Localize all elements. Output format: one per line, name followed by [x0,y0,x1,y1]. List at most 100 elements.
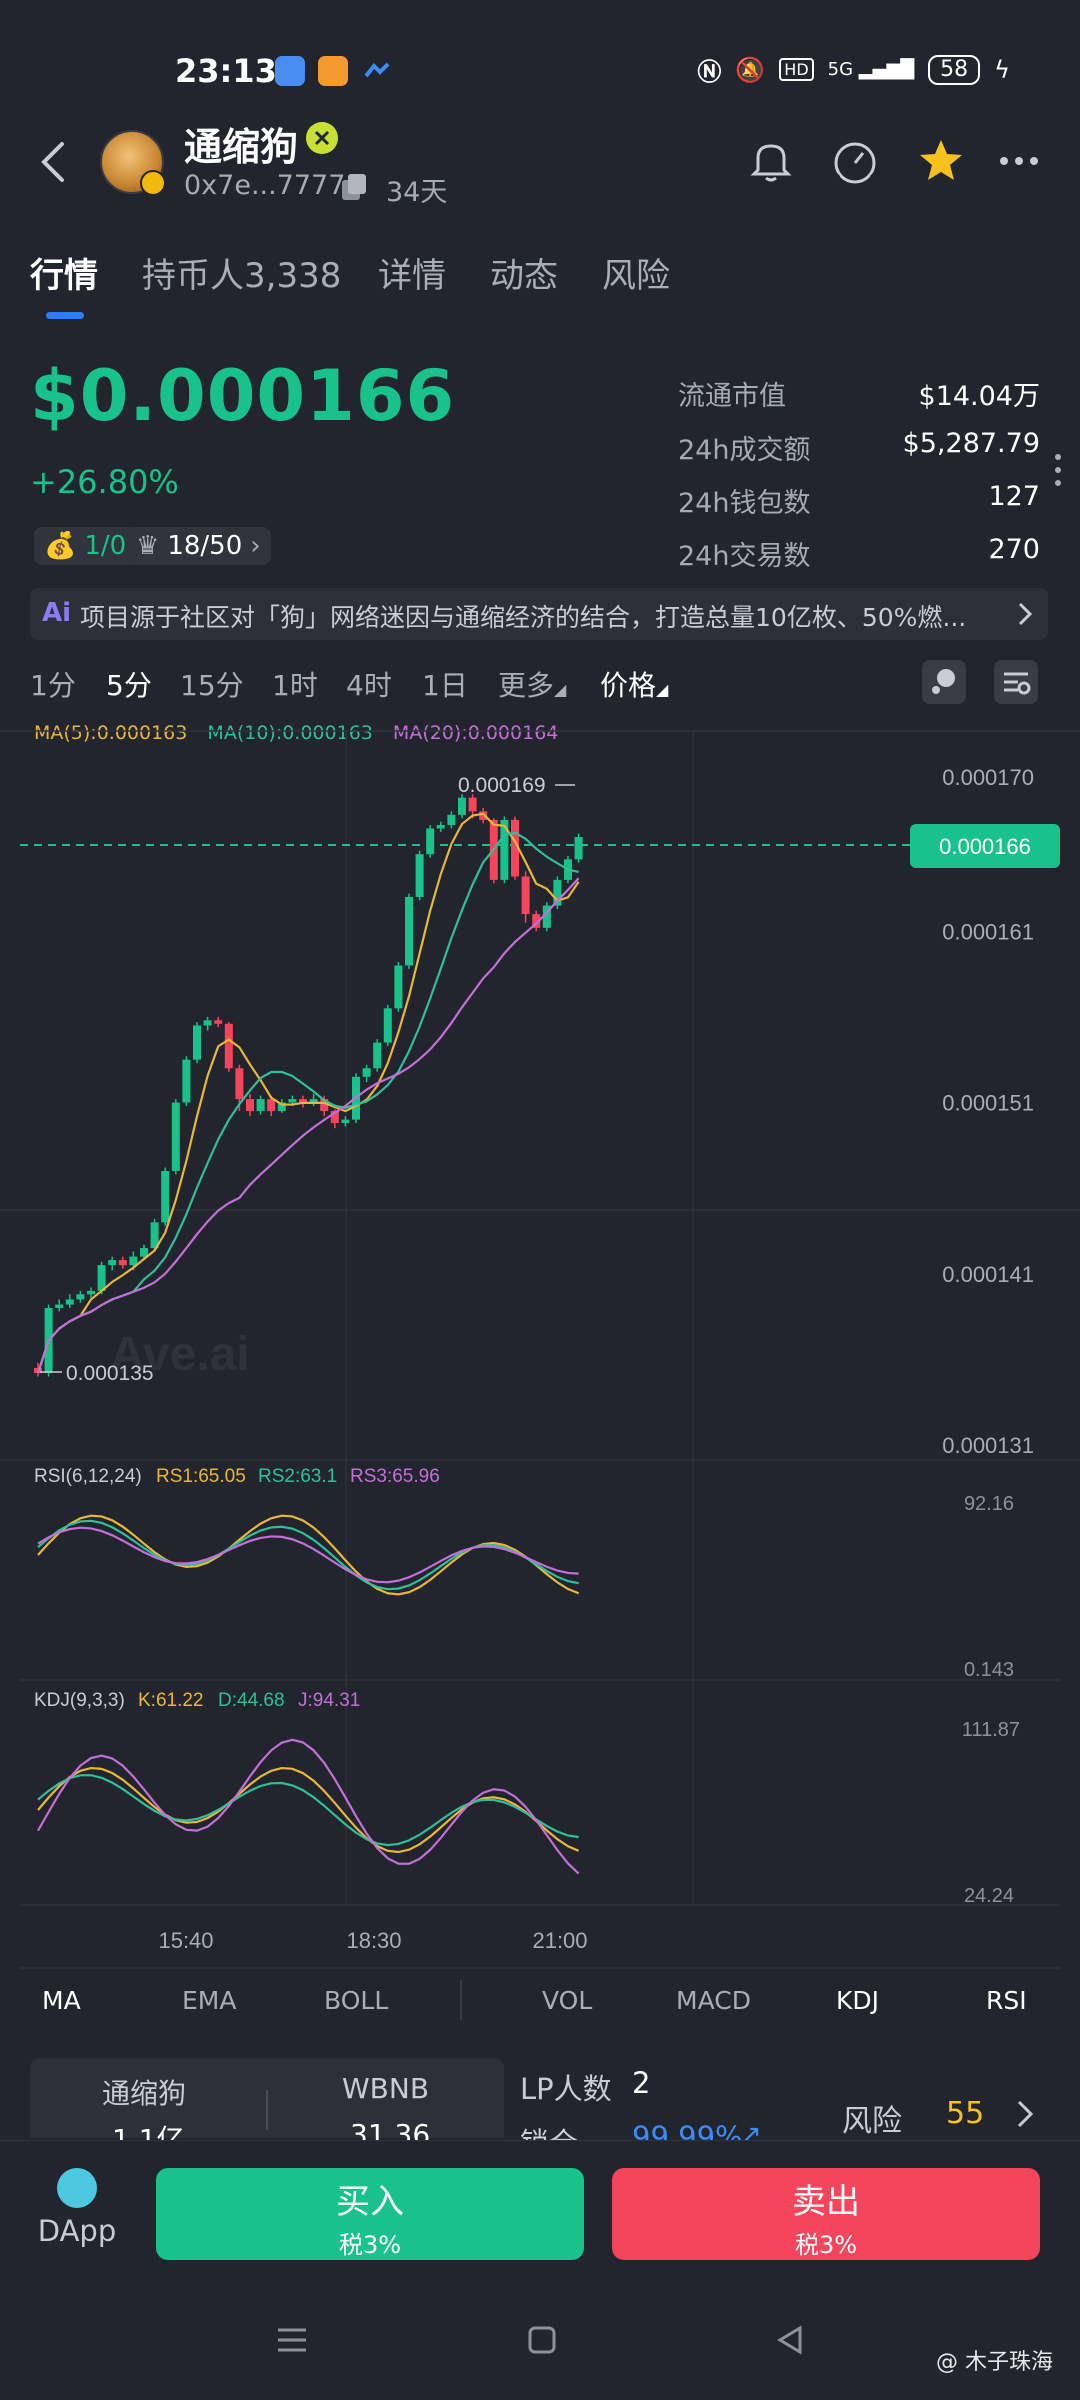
rsi1-line [37,1514,580,1596]
status-bar: 23:13 Ⓝ 🔕 HD 5G ▂▄▆█ 58 ϟ [0,0,1080,130]
kdj-label: KDJ(9,3,3) [34,1690,125,1711]
copy-icon[interactable] [340,172,368,202]
back-nav-icon[interactable] [770,2320,810,2360]
interval-1d[interactable]: 1日 [422,664,468,704]
kdj-bottom-value: 24.24 [964,1885,1014,1907]
indicator-tab-boll[interactable]: BOLL [324,1986,388,2015]
tab-holders[interactable]: 持币人3,338 [142,248,341,297]
kdj-lines-group [37,1738,580,1875]
candle-body [383,1008,392,1043]
active-tab-indicator [46,312,84,319]
indicator-tab-kdj[interactable]: KDJ [836,1986,879,2015]
bell-icon[interactable] [746,136,796,186]
app-notification-icon [318,56,348,86]
buy-tax: 税3% [338,2231,402,2259]
interval-5m[interactable]: 5分 [106,664,152,704]
indicator-tab-vol[interactable]: VOL [542,1986,592,2015]
ratio-b-value: 18/50 [167,531,243,561]
chart-settings-button[interactable] [994,660,1038,704]
price-mode-label: 价格 [600,669,657,702]
liquidity-token-a: 通缩狗 [102,2077,187,2110]
interval-4h[interactable]: 4时 [346,664,392,704]
candle-body [118,1260,127,1266]
tab-market[interactable]: 行情 [30,248,98,297]
stat-value: 270 [988,534,1040,565]
kdj-d-line [37,1774,579,1847]
recent-apps-icon[interactable] [272,2320,312,2360]
rsi-top-value: 92.16 [964,1493,1014,1515]
interval-more-label: 更多 [498,669,555,702]
indicator-tab-ema[interactable]: EMA [182,1986,236,2015]
ma5-line [36,812,580,1374]
candlestick-chart[interactable]: Ave.ai 0.0001700.0001610.0001510.0001410… [0,730,1080,1980]
dapp-button[interactable]: DApp [36,2168,118,2258]
tab-risk[interactable]: 风险 [602,248,670,297]
tab-details[interactable]: 详情 [378,248,446,297]
chain-badge-icon [140,170,166,196]
interval-1m[interactable]: 1分 [30,664,76,704]
cloud-icon [362,56,392,86]
price-mode-select[interactable]: 价格◢ [600,664,668,704]
sell-tax: 税3% [794,2231,858,2259]
mute-icon: 🔕 [735,55,766,84]
ratio-pill-a[interactable]: 💰 1/0 [34,527,137,565]
indicator-tab-macd[interactable]: MACD [676,1986,751,2015]
hd-icon: HD [779,58,814,81]
star-icon[interactable] [916,136,966,186]
interval-more[interactable]: 更多◢ [498,664,566,704]
candle-body [224,1023,233,1069]
buy-label: 买入 [336,2182,404,2222]
candle-body [341,1119,350,1124]
candle-body [235,1068,244,1100]
ratio-pill-b[interactable]: ♛ 18/50 › [126,527,271,565]
vertical-more-icon[interactable] [1054,452,1062,488]
more-icon[interactable] [994,136,1044,186]
candle-body [55,1304,64,1308]
liquidity-divider [266,2090,268,2130]
current-price: $0.000166 [30,355,456,437]
buy-button[interactable]: 买入 税3% [156,2168,584,2260]
candle-body [267,1099,276,1112]
rsi-rs2: RS2:63.1 [258,1466,337,1487]
lp-count-value: 2 [632,2066,651,2100]
liquidity-token-b: WBNB [342,2072,430,2105]
home-icon[interactable] [522,2320,562,2360]
nfc-icon: Ⓝ [697,58,722,86]
x-tick: 18:30 [346,1928,401,1953]
stat-label: 流通市值 [678,381,786,412]
liquidity-card[interactable]: 通缩狗 1.1亿 WBNB 31.36 [30,2058,504,2156]
candle-body [171,1102,180,1171]
y-tick-label: 0.000161 [942,919,1034,944]
y-tick-label: 0.000141 [942,1262,1034,1287]
rsi-rs3: RS3:65.96 [350,1466,440,1487]
dropdown-icon: ◢ [656,680,669,699]
back-icon[interactable] [36,140,72,184]
sell-button[interactable]: 卖出 税3% [612,2168,1040,2260]
candle-body [426,828,435,855]
risk-chevron-icon[interactable] [1014,2096,1036,2132]
indicator-tab-ma[interactable]: MA [42,1986,81,2015]
candle-body [394,965,403,1009]
y-tick-label: 0.000131 [942,1433,1034,1458]
chart-grid [0,730,1080,1906]
candle-body [373,1042,382,1069]
verified-icon [306,122,338,154]
drawing-tool-button[interactable] [922,660,966,704]
token-name: 通缩狗 [184,125,299,169]
candle-body [574,837,583,860]
candle-body [415,854,424,897]
stat-label: 24h成交额 [678,435,811,466]
candle-body [256,1099,265,1112]
tab-activity[interactable]: 动态 [490,248,558,297]
interval-15m[interactable]: 15分 [180,664,244,704]
lp-count-label: LP人数 [520,2072,612,2106]
candle-body [193,1025,201,1060]
risk-value: 55 [946,2096,985,2131]
money-bag-icon: 💰 [44,531,77,561]
ai-summary-bar[interactable]: Ai 项目源于社区对「狗」网络迷因与通缩经济的结合，打造总量10亿枚、50%燃.… [30,588,1048,640]
gauge-icon[interactable] [830,136,880,186]
candle-body [161,1171,170,1223]
chevron-right-icon: › [250,531,261,561]
indicator-tab-rsi[interactable]: RSI [986,1986,1027,2015]
interval-1h[interactable]: 1时 [272,664,318,704]
